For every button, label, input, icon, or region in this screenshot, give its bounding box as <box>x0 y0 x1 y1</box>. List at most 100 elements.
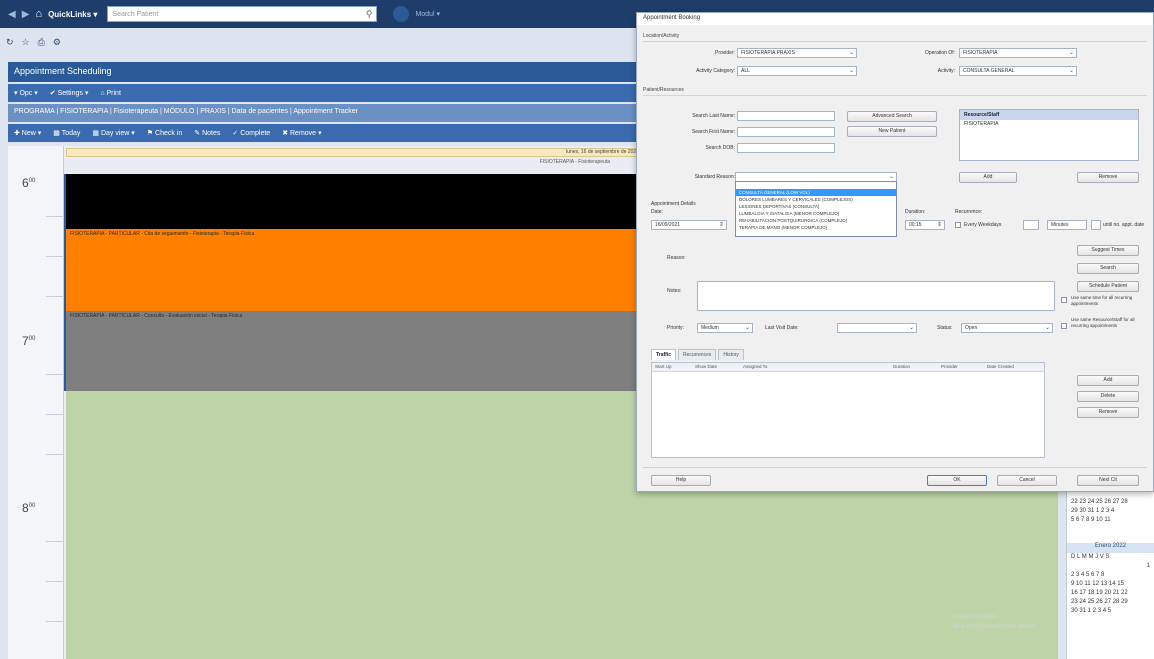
add-resource-button[interactable]: Add <box>959 172 1017 183</box>
date-picker[interactable]: 16/09/2021 ⇕ <box>651 220 727 230</box>
remove-button[interactable]: ✖ Remove ▾ <box>282 129 321 137</box>
day-header: lunes, 16 de septiembre de 2021 <box>66 148 648 157</box>
refresh-icon[interactable]: ↻ <box>6 37 14 48</box>
print-button[interactable]: ⌂ Print <box>100 90 121 97</box>
mini-cal-week[interactable]: 16 17 18 19 20 21 22 <box>1067 589 1154 598</box>
module-menu[interactable]: Modul ▾ <box>415 10 440 18</box>
back-icon[interactable]: ◀ <box>8 9 16 20</box>
mini-cal-week[interactable]: 23 24 25 26 27 28 29 <box>1067 598 1154 607</box>
cancel-button[interactable]: Cancel <box>997 475 1057 486</box>
grid-column-header[interactable]: Provider <box>938 363 984 371</box>
mini-cal-week[interactable]: 30 31 1 2 3 4 5 <box>1067 607 1154 616</box>
mini-cal-week[interactable]: 5 6 7 8 9 10 11 <box>1067 516 1154 525</box>
until-label: until no. appt. date <box>1103 222 1145 228</box>
until-input[interactable] <box>1091 220 1101 230</box>
tab-traffic[interactable]: Traffic <box>651 349 677 360</box>
appointment-slot-gray[interactable]: FISIOTERAPIA - PARTICULAR - Consulta - E… <box>66 311 646 391</box>
search-button[interactable]: Search <box>1077 263 1139 274</box>
operation-select[interactable]: FISIOTERAPIA ⌄ <box>959 48 1077 58</box>
dropdown-option[interactable]: LUMBALGIA Y SIATALGIA (MENOR COMPLEJO) <box>736 210 896 217</box>
ok-button[interactable]: OK <box>927 475 987 486</box>
today-button[interactable]: ▦ Today <box>53 129 80 137</box>
remove-row-button[interactable]: Remove <box>1077 407 1139 418</box>
patient-search-box[interactable]: Search Patient ⚲ <box>107 6 378 22</box>
mini-cal-week[interactable]: 2 3 4 5 6 7 8 <box>1067 571 1154 580</box>
forward-icon[interactable]: ▶ <box>22 9 30 20</box>
notes-textarea[interactable] <box>697 281 1055 311</box>
dropdown-option[interactable]: LESIONES DEPORTIVAS (CONSULTA) <box>736 203 896 210</box>
activity-category-label: Activity Category: <box>696 68 735 74</box>
minutes-select[interactable]: Minutes <box>1047 220 1087 230</box>
status-select[interactable]: Open ⌄ <box>961 323 1053 333</box>
last-name-input[interactable] <box>737 111 835 121</box>
appointment-slot-blocked[interactable] <box>66 174 646 229</box>
home-icon[interactable]: ⌂ <box>35 8 42 20</box>
activity-category-select[interactable]: ALL ⌄ <box>737 66 857 76</box>
standard-reason-dropdown[interactable]: CONSULTA GENERAL (LOW VOL) DOLORES LUMBA… <box>735 181 897 237</box>
grid-column-header[interactable]: Start Up <box>652 363 692 371</box>
last-visit-input[interactable]: ⌄ <box>837 323 917 333</box>
help-button[interactable]: Help <box>651 475 711 486</box>
dropdown-option-selected[interactable]: CONSULTA GENERAL (LOW VOL) <box>736 189 896 196</box>
mini-cal-week[interactable]: 9 10 11 12 13 14 15 <box>1067 580 1154 589</box>
quicklinks-menu[interactable]: QuickLinks ▾ <box>48 10 97 19</box>
complete-button[interactable]: ✓ Complete <box>232 129 270 137</box>
dropdown-option[interactable]: TERAPIA DE MANO (MENOR COMPLEJO) <box>736 224 896 231</box>
delete-row-button[interactable]: Delete <box>1077 391 1139 402</box>
tab-history[interactable]: History <box>718 349 744 360</box>
tab-recurrences[interactable]: Recurrences <box>678 349 717 360</box>
appointment-slot-orange[interactable]: FISIOTERAPIA - PARTICULAR - Cita de segu… <box>66 229 646 311</box>
grid-column-header[interactable]: Assigned To <box>740 363 890 371</box>
mini-cal-week[interactable]: 1 <box>1067 562 1154 571</box>
dropdown-option[interactable]: REHABILITACION POSTQUIRURGICA (COMPLEJO) <box>736 217 896 224</box>
resource-staff-list[interactable]: Resource/Staff FISIOTERAPIA <box>959 109 1139 161</box>
new-patient-button[interactable]: New Patient <box>847 126 937 137</box>
mini-cal-week[interactable]: 22 23 24 25 26 27 28 <box>1067 498 1154 507</box>
dob-input[interactable] <box>737 143 835 153</box>
module-toolbar: ▾ Opc ▾ ✔ Settings ▾ ⌂ Print <box>8 84 640 102</box>
advanced-search-button[interactable]: Advanced Search <box>847 111 937 122</box>
recurrence-checkbox[interactable] <box>955 222 961 228</box>
globe-icon[interactable] <box>393 6 410 22</box>
grid-column-header[interactable]: Duration <box>890 363 938 371</box>
settings-menu[interactable]: ✔ Settings ▾ <box>50 89 89 97</box>
breadcrumb: PROGRAMA | FISIOTERAPIA | Fisioterapeuta… <box>8 104 640 122</box>
appointment-text: FISIOTERAPIA - PARTICULAR - Consulta - E… <box>70 313 243 319</box>
quick-icons-bar: ↻ ☆ ⎙ ⚙ <box>0 28 640 56</box>
resource-list-item[interactable]: FISIOTERAPIA <box>960 120 1138 128</box>
mini-cal-month: Enero 2022 <box>1067 543 1154 553</box>
next-button[interactable]: Next Cit <box>1077 475 1139 486</box>
day-view-button[interactable]: ▦ Day view ▾ <box>92 129 134 137</box>
appointment-booking-dialog: Appointment Booking Location/Activity Pr… <box>636 12 1154 492</box>
patient-search-input[interactable]: Search Patient <box>112 11 365 18</box>
mini-cal-week[interactable]: 29 30 31 1 2 3 4 <box>1067 507 1154 516</box>
print-icon[interactable]: ⎙ <box>38 37 45 48</box>
schedule-patient-button[interactable]: Schedule Patient <box>1077 281 1139 292</box>
remove-resource-button[interactable]: Remove <box>1077 172 1139 183</box>
appointment-grid[interactable]: Start Up Show Date Assigned To Duration … <box>651 362 1045 458</box>
provider-select[interactable]: FISIOTERAPIA PRAXIS ⌄ <box>737 48 857 58</box>
search-icon[interactable]: ⚲ <box>366 9 373 20</box>
chevron-down-icon: ⌄ <box>744 325 750 331</box>
priority-select[interactable]: Medium ⌄ <box>697 323 753 333</box>
appointment-text: FISIOTERAPIA - PARTICULAR - Cita de segu… <box>70 231 255 237</box>
star-icon[interactable]: ☆ <box>22 37 30 48</box>
add-row-button[interactable]: Add <box>1077 375 1139 386</box>
check-in-button[interactable]: ⚑ Check in <box>147 129 182 137</box>
options-menu[interactable]: ▾ Opc ▾ <box>14 89 38 97</box>
duration-input[interactable]: 00:15 ⇕ <box>905 220 945 230</box>
same-time-checkbox[interactable] <box>1061 297 1067 303</box>
recurrence-count-input[interactable] <box>1023 220 1039 230</box>
notes-button[interactable]: ✎ Notes <box>194 129 220 137</box>
grid-column-header[interactable]: Date Created <box>984 363 1040 371</box>
first-name-input[interactable] <box>737 127 835 137</box>
chevron-down-icon: ⌄ <box>888 174 894 180</box>
same-resource-checkbox[interactable] <box>1061 323 1067 329</box>
dropdown-option[interactable]: DOLORES LUMBARES Y CERVICALES (COMPLEJOS… <box>736 196 896 203</box>
suggest-times-button[interactable]: Suggest Times <box>1077 245 1139 256</box>
grid-column-header[interactable]: Show Date <box>692 363 740 371</box>
activity-select[interactable]: CONSULTA GENERAL ⌄ <box>959 66 1077 76</box>
settings-icon[interactable]: ⚙ <box>53 37 61 48</box>
dropdown-option[interactable] <box>736 182 896 189</box>
new-button[interactable]: ✚ New ▾ <box>14 129 41 137</box>
